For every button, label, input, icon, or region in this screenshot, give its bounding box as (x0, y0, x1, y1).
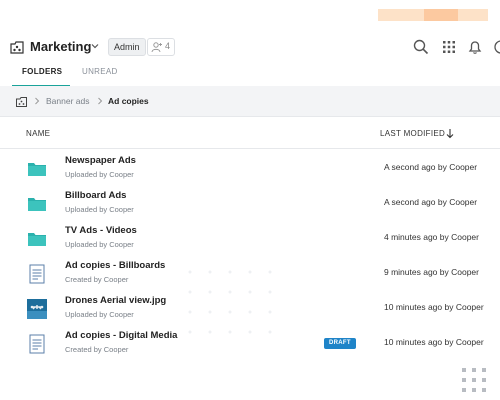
item-subtitle: Uploaded by Cooper (65, 205, 134, 214)
search-icon[interactable] (412, 38, 430, 56)
decorative-dot-grid (462, 368, 486, 392)
column-name-header[interactable]: NAME (26, 129, 50, 138)
document-icon (29, 334, 45, 354)
item-subtitle: Created by Cooper (65, 345, 129, 354)
item-last-modified: A second ago by Cooper (384, 162, 478, 172)
member-count: 4 (165, 41, 171, 51)
item-last-modified: 9 minutes ago by Cooper (384, 267, 479, 277)
breadcrumb-parent-link[interactable]: Banner ads (46, 96, 89, 106)
item-last-modified: A second ago by Cooper (384, 197, 478, 207)
workspace-home-icon[interactable] (16, 96, 27, 107)
background-dot-pattern (188, 270, 272, 334)
workspace-icon (10, 41, 24, 54)
tab-unread[interactable]: UNREAD (82, 67, 118, 76)
draft-badge: DRAFT (324, 338, 356, 349)
item-title[interactable]: Billboard Ads (65, 190, 126, 201)
image-thumbnail-icon (27, 299, 47, 319)
breadcrumb-current: Ad copies (108, 96, 149, 106)
help-icon[interactable] (492, 38, 500, 56)
item-title[interactable]: Drones Aerial view.jpg (65, 295, 166, 306)
tab-folders[interactable]: FOLDERS (22, 67, 62, 76)
table-header: NAME LAST MODIFIED (0, 128, 500, 149)
item-subtitle: Created by Cooper (65, 275, 129, 284)
list-item[interactable]: TV Ads - Videos Uploaded by Cooper 4 min… (0, 220, 500, 255)
folder-icon (28, 198, 46, 211)
breadcrumb: Banner ads Ad copies (0, 86, 500, 117)
item-title[interactable]: TV Ads - Videos (65, 225, 137, 236)
chevron-right-icon (35, 97, 40, 105)
apps-grid-icon[interactable] (440, 38, 458, 56)
add-user-icon (151, 42, 162, 53)
decorative-banner (378, 9, 490, 21)
bell-icon[interactable] (466, 38, 484, 56)
item-last-modified: 10 minutes ago by Cooper (384, 337, 484, 347)
role-badge: Admin (108, 38, 146, 56)
tab-bar: FOLDERS UNREAD (0, 64, 500, 87)
members-button[interactable]: 4 (147, 38, 175, 56)
folder-icon (28, 163, 46, 176)
folder-icon (28, 233, 46, 246)
list-item[interactable]: Billboard Ads Uploaded by Cooper A secon… (0, 185, 500, 220)
item-subtitle: Uploaded by Cooper (65, 170, 134, 179)
item-last-modified: 4 minutes ago by Cooper (384, 232, 479, 242)
document-icon (29, 264, 45, 284)
column-last-modified-header[interactable]: LAST MODIFIED (380, 129, 445, 138)
item-subtitle: Uploaded by Cooper (65, 310, 134, 319)
workspace-title[interactable]: Marketing (30, 39, 91, 54)
workspace-header: Marketing Admin 4 (0, 36, 500, 60)
item-title[interactable]: Ad copies - Digital Media (65, 330, 177, 341)
chevron-right-icon (98, 97, 103, 105)
item-title[interactable]: Ad copies - Billboards (65, 260, 165, 271)
item-subtitle: Uploaded by Cooper (65, 240, 134, 249)
chevron-down-icon[interactable] (90, 41, 100, 51)
item-last-modified: 10 minutes ago by Cooper (384, 302, 484, 312)
list-item[interactable]: Newspaper Ads Uploaded by Cooper A secon… (0, 150, 500, 185)
sort-descending-icon[interactable] (446, 128, 454, 139)
item-title[interactable]: Newspaper Ads (65, 155, 136, 166)
